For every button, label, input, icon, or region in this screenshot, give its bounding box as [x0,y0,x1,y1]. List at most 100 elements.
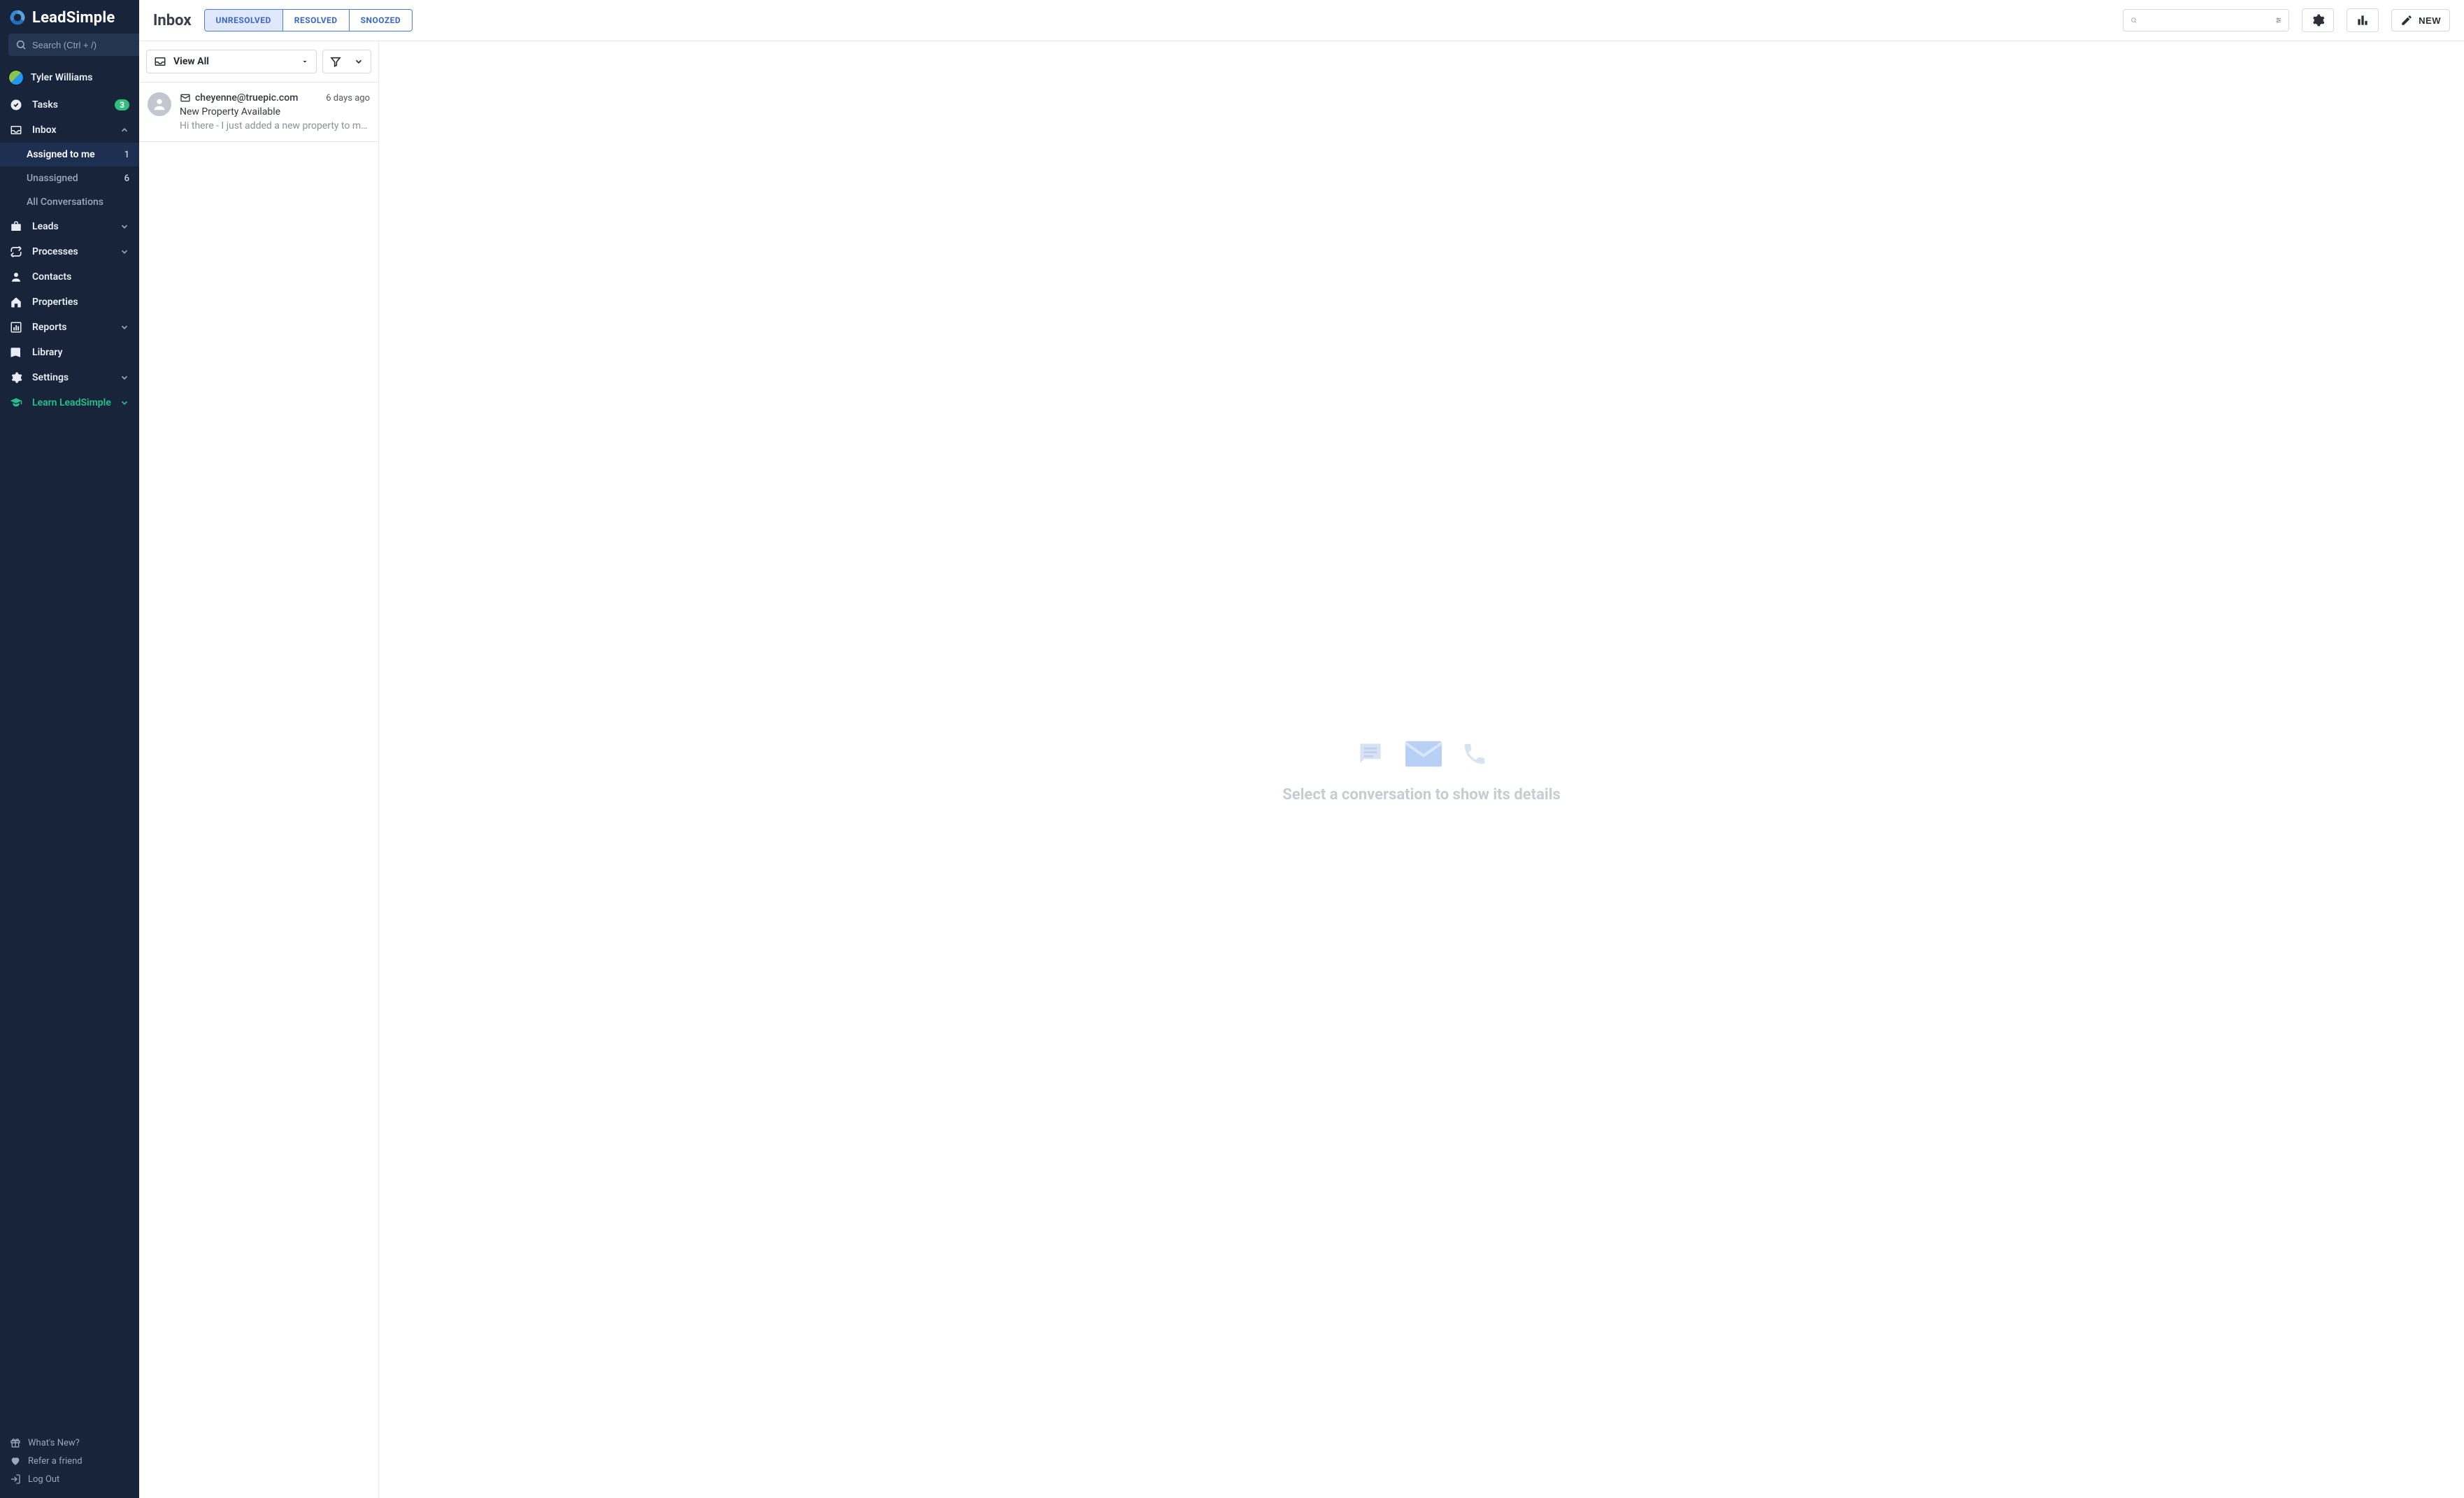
gear-icon [10,371,24,384]
nav-contacts[interactable]: Contacts [0,264,139,290]
conversation-item[interactable]: cheyenne@truepic.com 6 days ago New Prop… [139,83,378,142]
conversation-preview: Hi there - I just added a new property t… [180,120,370,131]
nav-inbox-all-label: All Conversations [27,197,129,208]
footer-refer-label: Refer a friend [28,1456,83,1467]
main: Inbox UNRESOLVED RESOLVED SNOOZED NEW [139,0,2464,1498]
chevron-down-icon [354,57,364,66]
nav-library-label: Library [32,347,129,358]
header: Inbox UNRESOLVED RESOLVED SNOOZED NEW [139,0,2464,41]
view-dropdown[interactable]: View All [146,50,317,73]
view-dropdown-label: View All [173,56,294,67]
pencil-icon [2400,14,2413,27]
bar-chart-icon [10,321,24,334]
new-button[interactable]: NEW [2391,9,2450,31]
conversation-top-row: cheyenne@truepic.com 6 days ago [180,92,370,104]
inbox-icon [10,124,24,136]
user-profile[interactable]: Tyler Williams [0,63,139,92]
brand-logo[interactable]: LeadSimple [8,8,115,27]
nav-inbox-unassigned-label: Unassigned [27,173,116,184]
nav-processes[interactable]: Processes [0,239,139,264]
person-icon [10,271,24,283]
nav-leads[interactable]: Leads [0,214,139,239]
person-icon [152,97,167,112]
nav-settings[interactable]: Settings [0,365,139,390]
chevron-down-icon [120,247,129,257]
phone-icon [1461,741,1488,767]
nav-library[interactable]: Library [0,340,139,365]
tab-snoozed[interactable]: SNOOZED [350,10,413,31]
book-icon [10,346,24,359]
gift-icon [10,1437,21,1448]
footer-logout-label: Log Out [28,1474,59,1485]
nav-reports[interactable]: Reports [0,315,139,340]
conversation-from: cheyenne@truepic.com [180,92,320,104]
detail-pane: Select a conversation to show its detail… [379,41,2464,1498]
nav-inbox-assigned[interactable]: Assigned to me 1 [0,143,139,166]
bar-chart-icon [2356,13,2370,27]
conversation-list-pane: View All [139,41,379,1498]
user-name: Tyler Williams [31,72,92,83]
page-title: Inbox [153,12,192,29]
nav-inbox-unassigned[interactable]: Unassigned 6 [0,166,139,190]
nav-inbox-unassigned-count: 6 [124,173,129,184]
nav-settings-label: Settings [32,372,111,383]
footer-logout[interactable]: Log Out [8,1470,131,1488]
conversation-avatar [148,92,171,116]
chevron-down-icon [120,373,129,383]
inbox-icon [154,55,166,68]
gear-icon [2311,13,2325,27]
conversation-body: cheyenne@truepic.com 6 days ago New Prop… [180,92,370,131]
sidebar-search-row [0,34,139,63]
header-search-input[interactable] [2143,15,2270,26]
search-icon [2130,15,2137,26]
graduation-cap-icon [10,397,24,409]
logout-icon [10,1474,21,1485]
content: View All [139,41,2464,1498]
nav: Tasks 3 Inbox Assigned to me 1 Unassigne… [0,92,139,1427]
briefcase-icon [10,220,24,233]
status-tabs: UNRESOLVED RESOLVED SNOOZED [204,9,413,31]
nav-inbox-label: Inbox [32,124,111,136]
caret-down-icon [301,57,309,66]
sidebar-search-input[interactable] [32,40,155,50]
nav-learn[interactable]: Learn LeadSimple [0,390,139,415]
mail-icon [180,92,191,104]
nav-inbox-assigned-count: 1 [124,150,129,160]
nav-inbox-assigned-label: Assigned to me [27,149,116,160]
logo-mark-icon [8,8,27,27]
header-search[interactable] [2123,9,2289,31]
nav-properties[interactable]: Properties [0,290,139,315]
sliders-icon[interactable] [2275,15,2282,26]
tasks-badge: 3 [115,99,129,110]
chat-icon [1355,739,1386,769]
logo-row: LeadSimple [0,0,139,34]
empty-icons [1355,736,1488,772]
nav-inbox-all[interactable]: All Conversations [0,190,139,214]
avatar [8,70,24,85]
nav-tasks[interactable]: Tasks 3 [0,92,139,117]
nav-processes-label: Processes [32,246,111,257]
nav-reports-label: Reports [32,322,111,333]
stats-button[interactable] [2347,8,2379,32]
filter-dropdown[interactable] [322,50,371,73]
brand-name: LeadSimple [32,9,115,27]
nav-leads-label: Leads [32,221,111,232]
footer-whatsnew-label: What's New? [28,1438,80,1448]
nav-inbox[interactable]: Inbox [0,117,139,143]
filter-icon [330,56,341,67]
empty-state-text: Select a conversation to show its detail… [1282,786,1561,804]
empty-state: Select a conversation to show its detail… [1282,736,1561,804]
tab-unresolved[interactable]: UNRESOLVED [205,10,283,31]
settings-button[interactable] [2302,8,2334,32]
chevron-down-icon [120,322,129,332]
tab-resolved[interactable]: RESOLVED [283,10,350,31]
chevron-down-icon [120,398,129,408]
home-icon [10,296,24,308]
nav-learn-label: Learn LeadSimple [32,397,111,408]
footer-whatsnew[interactable]: What's New? [8,1434,131,1452]
footer-refer[interactable]: Refer a friend [8,1452,131,1470]
list-toolbar: View All [139,41,378,83]
mail-icon [1401,736,1446,772]
conversation-time: 6 days ago [326,93,370,104]
conversation-list: cheyenne@truepic.com 6 days ago New Prop… [139,83,378,1498]
